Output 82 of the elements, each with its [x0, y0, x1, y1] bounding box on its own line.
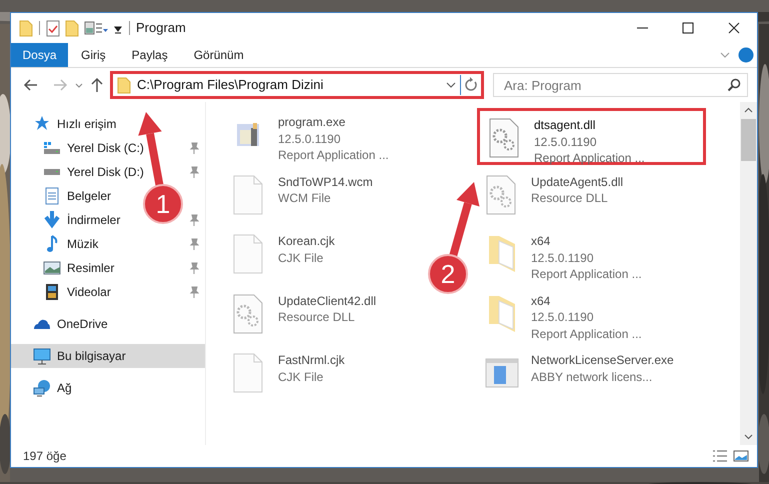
file-detail: Resource DLL [531, 190, 608, 206]
folder-icon [488, 294, 516, 332]
cloud-icon [33, 318, 51, 330]
pin-icon[interactable] [189, 214, 199, 226]
gear-file-icon [489, 118, 521, 158]
file-detail: Report Application ... [531, 326, 642, 342]
nav-item[interactable]: Bu bilgisayar [11, 344, 205, 368]
file-detail: WCM File [278, 190, 331, 206]
nav-item[interactable]: Müzik [11, 232, 102, 256]
help-icon[interactable] [738, 47, 754, 63]
expand-ribbon-icon[interactable] [718, 51, 732, 59]
nav-item[interactable]: Ağ [11, 376, 76, 400]
file-name[interactable]: UpdateClient42.dll [278, 292, 376, 309]
star-icon [33, 116, 51, 132]
properties-icon[interactable] [46, 20, 60, 36]
monitor-icon [33, 348, 51, 364]
window-title: Program [136, 19, 187, 38]
ribbon-tab[interactable]: Görünüm [180, 43, 257, 67]
ribbon-tab[interactable]: Giriş [68, 43, 119, 67]
file-detail: Report Application ... [531, 266, 642, 282]
file-name[interactable]: FastNrml.cjk [278, 352, 345, 368]
file-detail: 12.5.0.1190 [534, 134, 597, 150]
folder-icon [488, 235, 516, 273]
folder-icon [117, 76, 131, 94]
file-detail: Resource DLL [278, 309, 355, 326]
nav-item[interactable]: Videolar [11, 280, 115, 304]
nav-item[interactable]: Hızlı erişim [11, 112, 120, 136]
up-arrow-icon[interactable] [89, 75, 105, 95]
ribbon-tab[interactable]: Paylaş [118, 43, 181, 67]
file-detail: CJK File [278, 250, 324, 266]
file-detail: ABBY network licens... [531, 368, 652, 385]
search-field[interactable]: Ara: Program [493, 73, 748, 97]
drive-icon [43, 142, 61, 154]
drive-icon [43, 169, 61, 175]
file-detail: 12.5.0.1190 [278, 130, 341, 147]
address-bar[interactable]: C:\Program Files\Program Dizini [110, 71, 484, 99]
film-icon [45, 283, 59, 301]
file-name[interactable]: x64 [531, 233, 550, 250]
music-note-icon [46, 235, 58, 253]
scroll-thumb[interactable] [741, 119, 756, 161]
file-name[interactable]: program.exe [278, 114, 346, 130]
nav-item[interactable]: Yerel Disk (D:) [11, 160, 148, 184]
file-detail: CJK File [278, 368, 324, 385]
gear-file-icon [233, 294, 265, 334]
nav-item[interactable]: Yerel Disk (C:) [11, 136, 148, 160]
details-view-icon[interactable] [711, 449, 729, 463]
down-arrow-icon [44, 211, 60, 229]
nav-item[interactable]: İndirmeler [11, 208, 124, 232]
search-icon[interactable] [727, 78, 741, 92]
pin-icon[interactable] [189, 238, 199, 250]
ribbon-tab[interactable]: Dosya [11, 43, 68, 67]
file-detail: Report Application ... [534, 150, 645, 166]
network-icon [33, 380, 51, 396]
gear-file-icon [486, 174, 518, 214]
pin-icon[interactable] [189, 262, 199, 274]
file-name[interactable]: dtsagent.dll [534, 117, 596, 134]
file-name[interactable]: Korean.cjk [278, 233, 335, 250]
file-name[interactable]: UpdateAgent5.dll [531, 174, 624, 190]
file-name[interactable]: NetworkLicenseServer.exe [531, 352, 674, 368]
tiles-view-icon[interactable] [733, 449, 749, 463]
file-detail: 12.5.0.1190 [531, 309, 594, 326]
pin-icon[interactable] [189, 142, 199, 154]
address-path: C:\Program Files\Program Dizini [137, 76, 324, 94]
file-icon [233, 234, 265, 274]
pin-icon[interactable] [189, 286, 199, 298]
nav-item[interactable]: Resimler [11, 256, 118, 280]
file-icon [233, 353, 265, 393]
file-detail: 12.5.0.1190 [531, 250, 594, 266]
file-name[interactable]: SndToWP14.wcm [278, 174, 373, 190]
nav-item[interactable]: OneDrive [11, 312, 112, 336]
pin-icon[interactable] [189, 166, 199, 178]
item-count: 197 öğe [23, 448, 68, 465]
nav-item[interactable]: Belgeler [11, 184, 116, 208]
scrollbar[interactable] [740, 102, 757, 445]
document-icon [45, 187, 59, 205]
view-menu-icon[interactable] [84, 20, 108, 36]
file-icon [233, 174, 265, 214]
installer-icon [236, 122, 262, 148]
app-window-icon [485, 358, 519, 388]
file-detail: Report Application ... [278, 147, 389, 164]
file-name[interactable]: x64 [531, 292, 550, 309]
picture-icon [43, 261, 61, 275]
